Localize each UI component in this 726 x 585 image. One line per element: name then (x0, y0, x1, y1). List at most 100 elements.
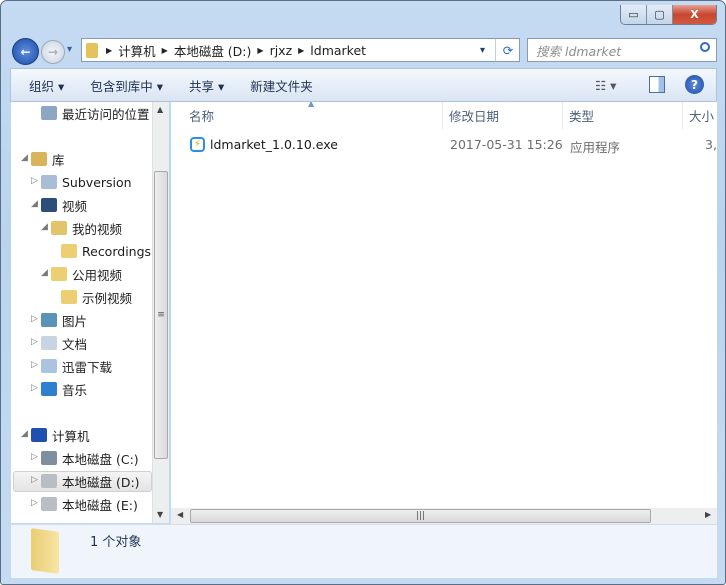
maximize-button[interactable]: ▢ (647, 5, 673, 24)
breadcrumb-separator[interactable]: ▶ (257, 46, 263, 55)
column-label: 修改日期 (449, 109, 500, 124)
nav-item[interactable]: ▷ 本地磁盘 (E:) (31, 493, 138, 515)
views-button[interactable]: ☷ ▾ (595, 78, 616, 93)
grip-icon: ≡ (157, 310, 165, 320)
nav-item-label: 本地磁盘 (C:) (62, 451, 139, 467)
drive-icon (41, 474, 57, 488)
breadcrumb-computer[interactable]: 计算机 (118, 41, 156, 60)
file-modified: 2017-05-31 15:26 (450, 137, 563, 152)
scroll-down-button[interactable]: ▼ (157, 510, 163, 519)
nav-item[interactable]: ◢ 我的视频 (41, 217, 123, 239)
library-icon (41, 175, 57, 189)
include-in-library-button[interactable]: 包含到库中 ▾ (90, 76, 163, 95)
close-button[interactable]: X (673, 5, 716, 24)
search-icon[interactable] (700, 42, 710, 52)
expand-icon[interactable]: ▷ (31, 452, 38, 462)
refresh-button[interactable]: ⟳ (495, 39, 520, 61)
address-bar[interactable]: ▶ 计算机 ▶ 本地磁盘 (D:) ▶ rjxz ▶ ldmarket ▾ ⟳ (81, 38, 520, 62)
scroll-right-button[interactable]: ▶ (705, 510, 711, 519)
nav-item-label: 迅雷下载 (62, 359, 113, 375)
expand-icon[interactable]: ▷ (31, 176, 38, 186)
details-pane: 1 个对象 (11, 524, 717, 578)
recent-pages-dropdown[interactable]: ▾ (67, 44, 72, 55)
collapse-icon[interactable]: ◢ (21, 429, 28, 439)
nav-item[interactable]: ▷ 迅雷下载 (31, 355, 113, 377)
breadcrumb-drive-d[interactable]: 本地磁盘 (D:) (174, 41, 252, 60)
expand-icon[interactable]: ▷ (31, 337, 38, 347)
navigation-scrollbar[interactable]: ▲ ≡ ▼ (152, 102, 169, 523)
folder-icon (51, 267, 67, 281)
nav-item[interactable]: ▷ 文档 (31, 332, 87, 354)
expand-icon[interactable]: ▷ (31, 475, 38, 485)
expand-icon[interactable]: ▷ (31, 360, 38, 370)
nav-item-label: 计算机 (52, 428, 90, 444)
nav-item[interactable]: ◢ 视频 (31, 194, 88, 216)
library-icon (41, 359, 57, 373)
breadcrumb-separator[interactable]: ▶ (106, 46, 112, 55)
preview-pane-button[interactable]: ▯ (649, 76, 665, 93)
help-button[interactable]: ? (685, 75, 704, 94)
sort-ascending-icon: ▲ (308, 102, 315, 108)
nav-item[interactable]: ◢ 库 (21, 148, 65, 170)
address-dropdown[interactable]: ▾ (480, 45, 485, 56)
breadcrumb-separator[interactable]: ▶ (298, 46, 304, 55)
nav-item[interactable]: 最近访问的位置 (41, 102, 150, 124)
back-button[interactable]: ← (12, 38, 39, 65)
file-list: 名称 ▲ 修改日期 类型 大小 ⚡ ldmarket_1.0.10.exe 20… (171, 102, 717, 509)
folder-icon (61, 290, 77, 304)
collapse-icon[interactable]: ◢ (21, 153, 28, 163)
forward-button[interactable]: → (41, 40, 65, 64)
nav-item[interactable]: ▷ 音乐 (31, 378, 88, 400)
file-row[interactable]: ⚡ ldmarket_1.0.10.exe 2017-05-31 15:26 应… (171, 134, 717, 156)
collapse-icon[interactable]: ◢ (41, 268, 48, 278)
column-header-type[interactable]: 类型 (563, 102, 683, 129)
video-folder-icon (51, 221, 67, 235)
nav-item-label: 本地磁盘 (E:) (62, 497, 138, 513)
minimize-button[interactable]: ▭ (621, 5, 647, 24)
nav-item[interactable]: 示例视频 (61, 286, 132, 308)
nav-item[interactable]: ▷ 图片 (31, 309, 87, 331)
nav-item[interactable]: ▷ Subversion (31, 171, 132, 193)
app-icon: ⚡ (190, 137, 205, 152)
column-header-modified[interactable]: 修改日期 (443, 102, 563, 129)
breadcrumb-separator[interactable]: ▶ (162, 46, 168, 55)
folder-icon (61, 244, 77, 258)
horizontal-scrollbar[interactable]: ◀ ||| ▶ (171, 508, 717, 524)
nav-item[interactable]: Recordings (61, 240, 151, 262)
search-input[interactable]: 搜索 ldmarket (527, 38, 717, 62)
expand-icon[interactable]: ▷ (31, 498, 38, 508)
column-header-size[interactable]: 大小 (683, 102, 717, 129)
collapse-icon[interactable]: ◢ (41, 222, 48, 232)
scroll-left-button[interactable]: ◀ (177, 510, 183, 519)
command-bar: 组织 ▾ 包含到库中 ▾ 共享 ▾ 新建文件夹 ☷ ▾ ▯ ? (10, 68, 717, 102)
system-drive-icon (41, 451, 57, 465)
column-label: 名称 (189, 109, 215, 124)
nav-item-label: 音乐 (62, 382, 88, 398)
nav-item-label: 我的视频 (72, 221, 123, 237)
file-size: 3,8 (705, 137, 717, 152)
breadcrumb-ldmarket[interactable]: ldmarket (310, 43, 366, 58)
scroll-up-button[interactable]: ▲ (157, 105, 163, 114)
nav-item[interactable]: ◢ 公用视频 (41, 263, 122, 285)
expand-icon[interactable]: ▷ (31, 314, 38, 324)
breadcrumb-rjxz[interactable]: rjxz (270, 43, 293, 58)
drive-icon (41, 497, 57, 511)
nav-item[interactable]: ◢ 计算机 (21, 424, 90, 446)
nav-item[interactable]: ▷ 本地磁盘 (D:) (31, 470, 140, 492)
column-header-name[interactable]: 名称 (171, 102, 443, 129)
share-button[interactable]: 共享 ▾ (189, 76, 224, 95)
scroll-thumb[interactable]: ||| (190, 509, 651, 523)
item-count: 1 个对象 (90, 535, 142, 550)
expand-icon[interactable]: ▷ (31, 383, 38, 393)
nav-item[interactable]: ▷ 本地磁盘 (C:) (31, 447, 139, 469)
collapse-icon[interactable]: ◢ (31, 199, 38, 209)
video-library-icon (41, 198, 57, 212)
nav-item-label: Subversion (62, 174, 132, 190)
organize-button[interactable]: 组织 ▾ (29, 76, 64, 95)
recent-places-icon (41, 106, 57, 120)
file-name: ldmarket_1.0.10.exe (210, 137, 338, 152)
grip-icon: ||| (415, 511, 426, 521)
scroll-thumb[interactable]: ≡ (154, 171, 168, 459)
new-folder-button[interactable]: 新建文件夹 (250, 76, 313, 95)
nav-item-label: 视频 (62, 198, 88, 214)
